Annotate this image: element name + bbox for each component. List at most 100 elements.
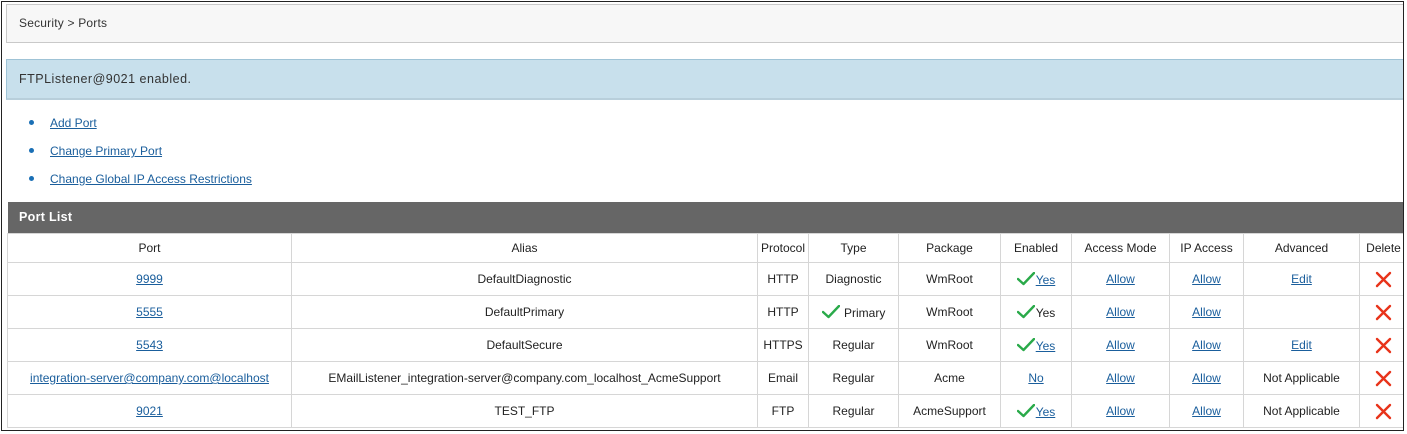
cell-package: AcmeSupport (898, 394, 1001, 428)
cell-delete (1359, 295, 1403, 329)
port-link[interactable]: 9021 (136, 404, 163, 418)
table-row: integration-server@company.com@localhost… (7, 361, 1403, 395)
enabled-toggle-link[interactable]: Yes (1036, 405, 1056, 419)
column-header-package: Package (898, 233, 1001, 263)
cell-alias: EMailListener_integration-server@company… (291, 361, 758, 395)
cell-ip-access: Allow (1169, 328, 1244, 362)
port-link[interactable]: integration-server@company.com@localhost (30, 371, 269, 385)
cell-enabled: Yes (1000, 295, 1072, 329)
access-mode-link[interactable]: Allow (1106, 338, 1135, 352)
cell-advanced: Not Applicable (1243, 394, 1360, 428)
column-header-access-mode: Access Mode (1071, 233, 1170, 263)
port-link[interactable]: 5555 (136, 305, 163, 319)
cell-access-mode: Allow (1071, 262, 1170, 296)
port-list-table: Port Alias Protocol Type Package Enabled Acces… (7, 233, 1403, 428)
cell-advanced: Not Applicable (1243, 361, 1360, 395)
cell-access-mode: Allow (1071, 361, 1170, 395)
type-label: Regular (832, 338, 875, 352)
ip-access-link[interactable]: Allow (1192, 305, 1221, 319)
check-icon (1016, 304, 1035, 318)
cell-ip-access: Allow (1169, 295, 1244, 329)
cell-port: 5555 (7, 295, 292, 329)
edit-link[interactable]: Edit (1291, 338, 1312, 352)
cell-enabled: Yes (1000, 262, 1072, 296)
enabled-toggle-link[interactable]: Yes (1036, 339, 1056, 353)
cell-advanced: Edit (1243, 328, 1360, 362)
cell-type: Diagnostic (808, 262, 899, 296)
cell-delete (1359, 361, 1403, 395)
status-message: FTPListener@9021 enabled. (6, 59, 1403, 100)
cell-delete (1359, 328, 1403, 362)
edit-link[interactable]: Edit (1291, 272, 1312, 286)
cell-package: WmRoot (898, 262, 1001, 296)
cell-protocol: HTTP (757, 262, 809, 296)
table-row: 5555 DefaultPrimary HTTP Primary WmRoot Yes A… (7, 295, 1403, 329)
cell-port: integration-server@company.com@localhost (7, 361, 292, 395)
bullet-icon (29, 176, 34, 181)
enabled-toggle-link[interactable]: Yes (1036, 273, 1056, 287)
cell-access-mode: Allow (1071, 394, 1170, 428)
type-label: Regular (832, 371, 875, 385)
cell-access-mode: Allow (1071, 328, 1170, 362)
cell-type: Regular (808, 361, 899, 395)
cell-alias: TEST_FTP (291, 394, 758, 428)
change-global-ip-access-restrictions-link[interactable]: Change Global IP Access Restrictions (50, 172, 252, 186)
type-label: Regular (832, 404, 875, 418)
page-frame: Security > Ports FTPListener@9021 enable… (1, 1, 1404, 431)
table-header-row: Port Alias Protocol Type Package Enabled Acces… (7, 233, 1403, 263)
cell-type: Regular (808, 328, 899, 362)
enabled-label: Yes (1035, 305, 1056, 320)
cell-advanced (1243, 295, 1360, 329)
type-label: Diagnostic (825, 272, 882, 286)
cell-package: WmRoot (898, 295, 1001, 329)
cell-package: Acme (898, 361, 1001, 395)
cell-protocol: HTTPS (757, 328, 809, 362)
column-header-advanced: Advanced (1243, 233, 1360, 263)
enabled-toggle-link[interactable]: No (1028, 371, 1043, 385)
add-port-link[interactable]: Add Port (50, 116, 97, 130)
cell-protocol: FTP (757, 394, 809, 428)
delete-icon[interactable] (1375, 271, 1392, 288)
access-mode-link[interactable]: Allow (1106, 272, 1135, 286)
access-mode-link[interactable]: Allow (1106, 371, 1135, 385)
check-icon (1016, 403, 1035, 417)
bullet-icon (29, 120, 34, 125)
check-icon (821, 304, 840, 318)
cell-alias: DefaultDiagnostic (291, 262, 758, 296)
delete-icon[interactable] (1375, 304, 1392, 321)
cell-type: Primary (808, 295, 899, 329)
check-icon (1016, 337, 1035, 351)
table-row: 5543 DefaultSecure HTTPS Regular WmRoot Yes Al… (7, 328, 1403, 362)
port-link[interactable]: 5543 (136, 338, 163, 352)
advanced-label: Not Applicable (1263, 371, 1340, 385)
access-mode-link[interactable]: Allow (1106, 404, 1135, 418)
cell-type: Regular (808, 394, 899, 428)
ip-access-link[interactable]: Allow (1192, 404, 1221, 418)
ip-access-link[interactable]: Allow (1192, 338, 1221, 352)
cell-ip-access: Allow (1169, 394, 1244, 428)
type-label: Primary (844, 305, 886, 320)
cell-delete (1359, 262, 1403, 296)
delete-icon[interactable] (1375, 337, 1392, 354)
port-list-title: Port List (8, 202, 1403, 233)
delete-icon[interactable] (1375, 403, 1392, 420)
column-header-alias: Alias (291, 233, 758, 263)
cell-port: 9021 (7, 394, 292, 428)
ip-access-link[interactable]: Allow (1192, 371, 1221, 385)
column-header-delete: Delete (1359, 233, 1403, 263)
column-header-enabled: Enabled (1000, 233, 1072, 263)
cell-package: WmRoot (898, 328, 1001, 362)
ip-access-link[interactable]: Allow (1192, 272, 1221, 286)
change-primary-port-link[interactable]: Change Primary Port (50, 144, 162, 158)
cell-advanced: Edit (1243, 262, 1360, 296)
cell-delete (1359, 394, 1403, 428)
access-mode-link[interactable]: Allow (1106, 305, 1135, 319)
cell-enabled: Yes (1000, 394, 1072, 428)
port-link[interactable]: 9999 (136, 272, 163, 286)
table-row: 9021 TEST_FTP FTP Regular AcmeSupport Yes Allo… (7, 394, 1403, 428)
delete-icon[interactable] (1375, 370, 1392, 387)
cell-protocol: HTTP (757, 295, 809, 329)
cell-ip-access: Allow (1169, 361, 1244, 395)
cell-port: 9999 (7, 262, 292, 296)
breadcrumb: Security > Ports (6, 4, 1403, 43)
